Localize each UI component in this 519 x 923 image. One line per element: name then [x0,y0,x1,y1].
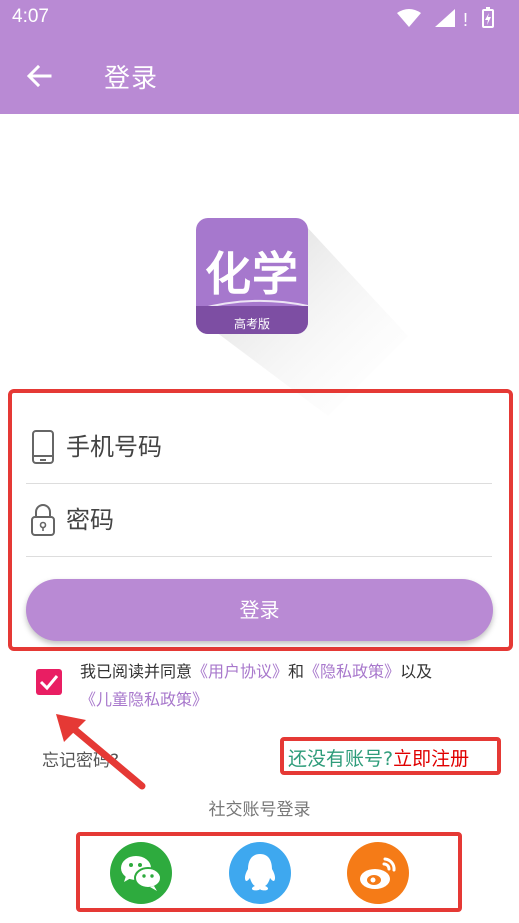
annotation-arrow [56,714,146,790]
login-button[interactable]: 登录 [26,579,493,641]
arrow-left-icon [26,64,52,88]
weibo-login-button[interactable] [347,842,409,904]
status-bar: 4:07 ! [0,0,519,36]
back-button[interactable] [20,58,60,94]
agreement-prefix: 我已阅读并同意 [80,662,193,681]
no-account-text: 还没有账号? [288,748,394,770]
status-icons: ! [397,7,494,29]
page-title: 登录 [104,64,159,94]
qq-login-button[interactable] [229,842,291,904]
app-bar: 登录 [0,36,519,114]
phone-input[interactable] [66,426,476,468]
logo-title: 化学 [205,247,299,301]
password-input[interactable] [66,499,476,541]
no-sim-icon: ! [463,10,468,29]
check-icon [39,675,59,691]
qq-icon [244,854,276,891]
agreement-and: 和 [288,662,305,681]
social-login-label: 社交账号登录 [208,800,311,820]
logo-subtitle: 高考版 [233,317,270,331]
wechat-login-button[interactable] [110,842,172,904]
phone-icon [32,430,54,464]
agreement-checkbox[interactable] [36,669,62,695]
weibo-icon [360,857,396,889]
lock-icon [31,504,55,536]
wifi-icon [397,9,421,27]
app-logo: 化学 高考版 [196,218,308,334]
register-link[interactable]: 还没有账号?立即注册 [288,744,469,771]
password-field [26,483,492,557]
signal-icon [435,9,455,27]
register-now-text[interactable]: 立即注册 [393,748,469,770]
wechat-icon [121,856,162,891]
phone-field [26,410,492,484]
user-agreement-link[interactable]: 《用户协议》 [192,662,288,681]
agreement-and-also: 以及 [400,662,433,681]
privacy-policy-link[interactable]: 《隐私政策》 [304,662,400,681]
status-time: 4:07 [12,6,49,27]
